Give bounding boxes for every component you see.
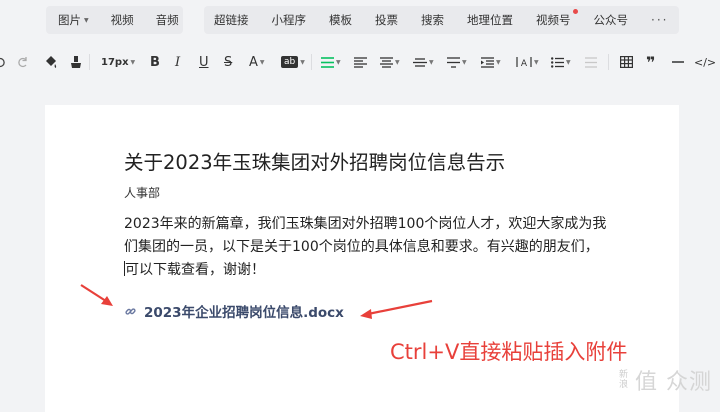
watermark-big: 值 众测 [635,370,712,395]
annotation-text: Ctrl+V直接粘贴插入附件 [390,340,628,364]
watermark-small: 新浪 [618,370,628,390]
watermark: 新浪 值 众测 [618,364,712,396]
arrow-right [360,299,433,319]
arrow-left [80,284,113,306]
